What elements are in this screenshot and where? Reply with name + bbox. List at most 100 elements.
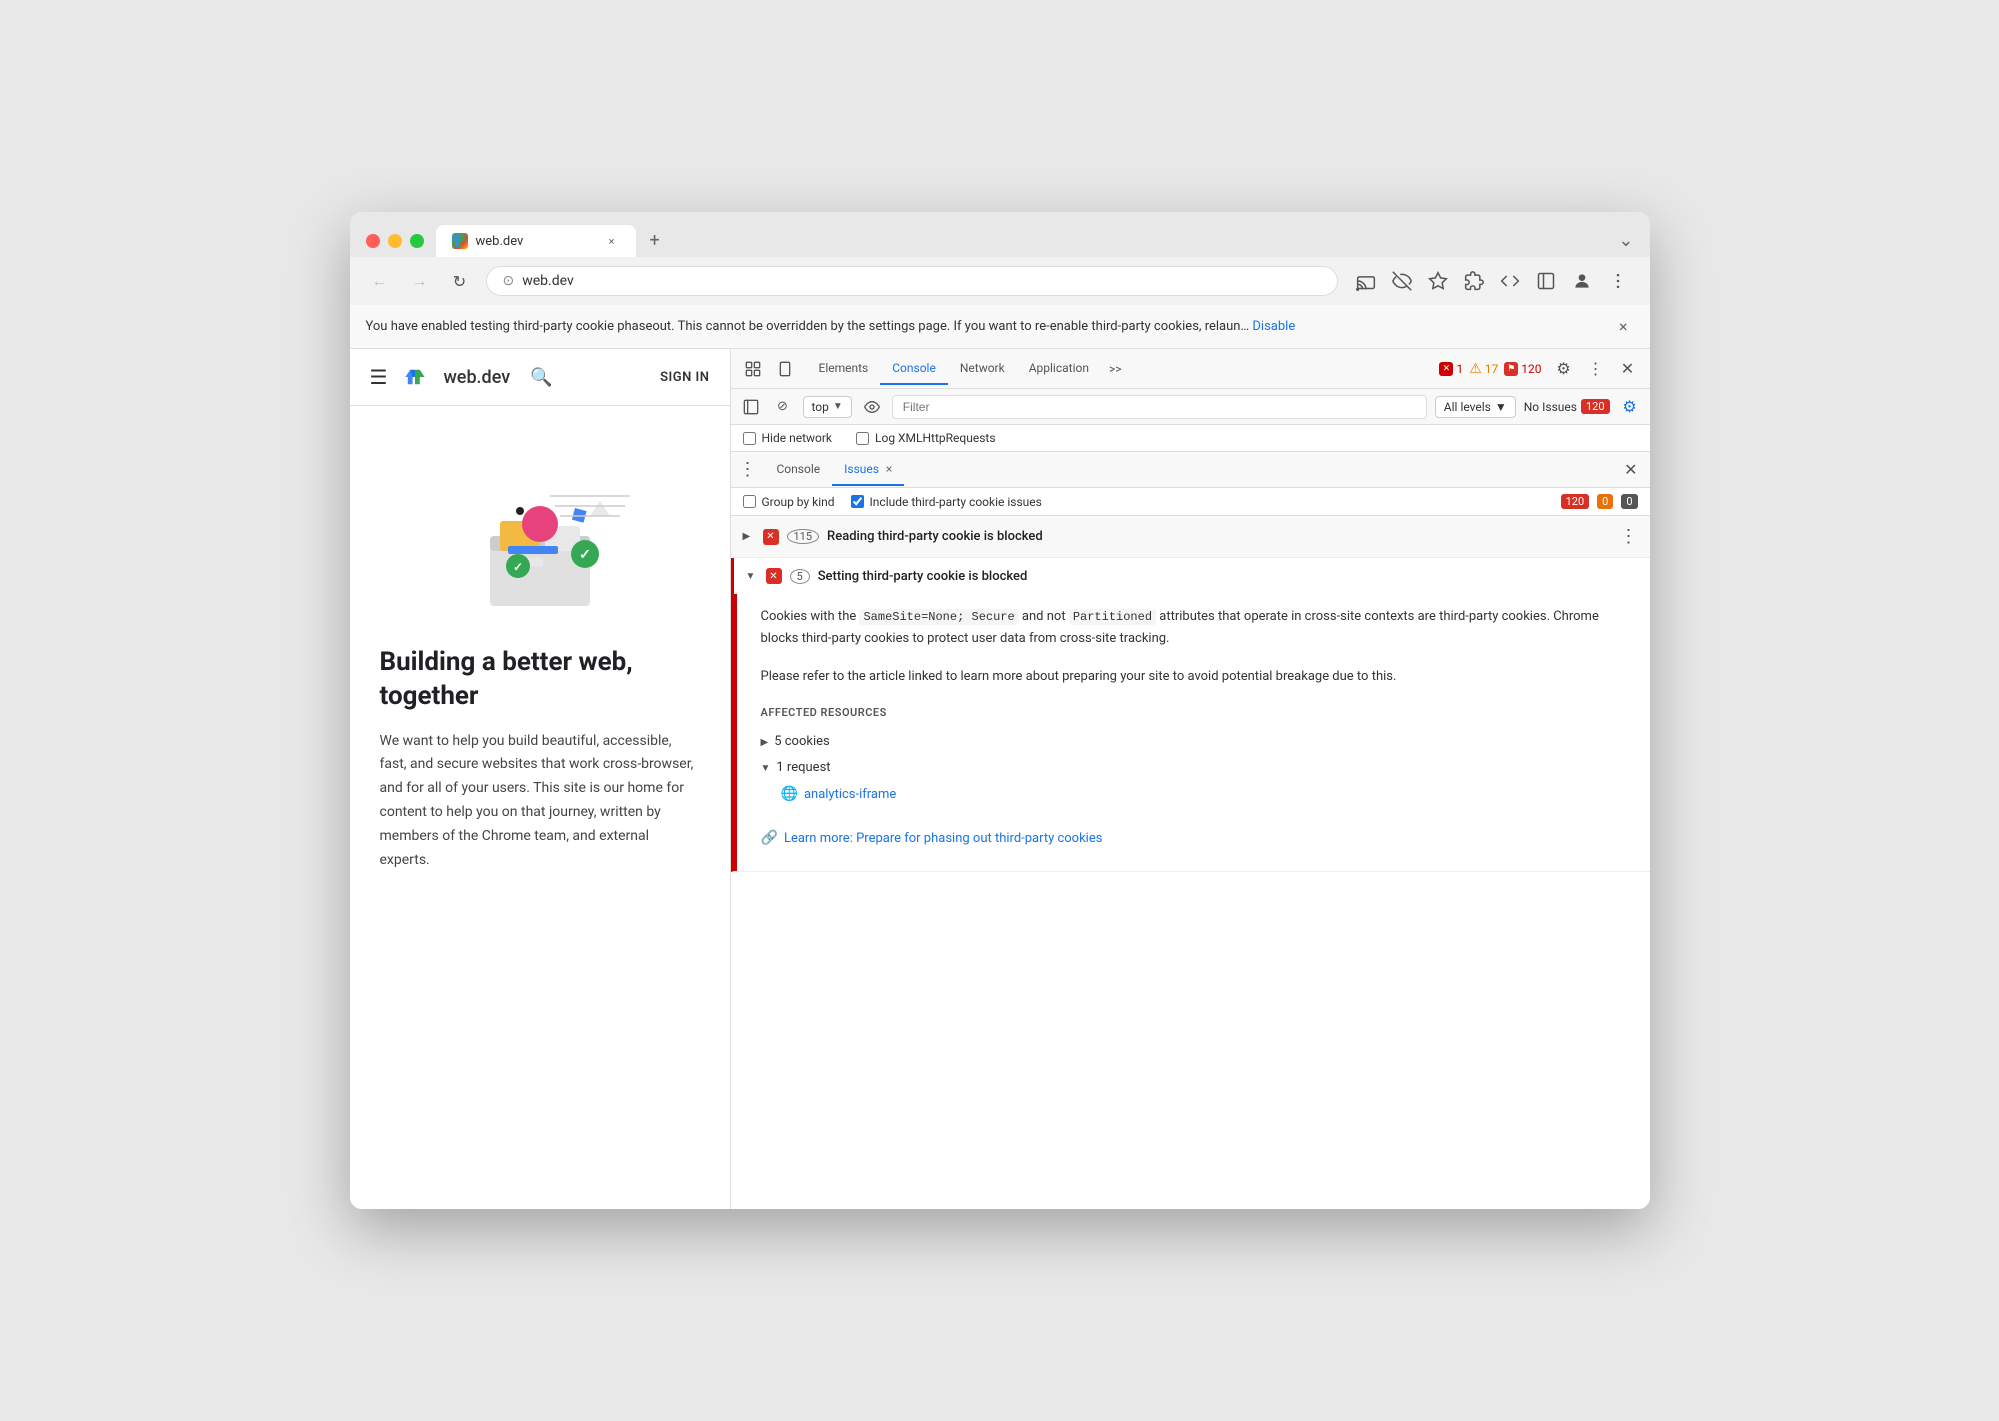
sign-in-button[interactable]: SIGN IN — [660, 370, 709, 385]
extension-icon[interactable] — [1458, 265, 1490, 297]
resource-cookies[interactable]: ▶ 5 cookies — [761, 731, 1626, 753]
refresh-button[interactable]: ↻ — [446, 267, 474, 295]
devtools-inspect-icon[interactable] — [739, 355, 767, 383]
group-by-kind-label[interactable]: Group by kind — [743, 495, 835, 509]
warning-badge[interactable]: ⚠ 17 — [1469, 361, 1498, 377]
issue-reading-count: 115 — [787, 529, 820, 544]
issues-counts: 120 0 0 — [1561, 494, 1638, 509]
issues-badge[interactable]: ⚑ 120 — [1504, 362, 1541, 376]
console-eye-icon[interactable] — [860, 395, 884, 419]
issues-icon: ⚑ — [1504, 362, 1518, 376]
issue-setting-header[interactable]: ▼ ✕ 5 Setting third-party cookie is bloc… — [734, 558, 1650, 594]
devtools-tabs: Elements Console Network Application >> — [807, 353, 1440, 385]
devtools-mobile-icon[interactable] — [771, 355, 799, 383]
tab-bar: web.dev × + — [436, 224, 1607, 257]
devtools-side-icons — [739, 355, 799, 383]
context-selector[interactable]: top ▼ — [803, 396, 852, 418]
devtools-close-button[interactable]: ✕ — [1614, 355, 1642, 383]
site-name: web.dev — [443, 367, 510, 388]
webpage: ☰ web.dev 🔍 SIGN IN — [350, 349, 730, 1209]
include-third-party-checkbox[interactable] — [851, 495, 864, 508]
issues-panel-close-button[interactable]: ✕ — [1620, 456, 1641, 483]
issue-body-para2: Please refer to the article linked to le… — [761, 666, 1626, 688]
close-traffic-light[interactable] — [366, 234, 380, 248]
log-xml-checkbox-label[interactable]: Log XMLHttpRequests — [856, 431, 996, 445]
forward-button[interactable]: → — [406, 267, 434, 295]
info-bar-disable-link[interactable]: Disable — [1252, 319, 1295, 334]
address-input-wrap[interactable]: ⊙ web.dev — [486, 266, 1338, 296]
cast-icon[interactable] — [1350, 265, 1382, 297]
context-selector-arrow: ▼ — [833, 401, 843, 412]
hide-network-checkbox[interactable] — [743, 432, 756, 445]
no-issues-badge[interactable]: No Issues 120 — [1524, 399, 1610, 414]
console-settings-icon[interactable]: ⚙ — [1618, 395, 1642, 419]
issues-panel-dots[interactable]: ⋮ — [739, 459, 757, 480]
code-samesite: SameSite=None; Secure — [859, 609, 1018, 625]
issue-setting-title: Setting third-party cookie is blocked — [818, 569, 1028, 584]
issue-reading-error-icon: ✕ — [763, 529, 779, 545]
devtools-tab-network[interactable]: Network — [948, 353, 1017, 385]
issues-panel-tab-issues[interactable]: Issues × — [832, 454, 904, 486]
maximize-traffic-light[interactable] — [410, 234, 424, 248]
resource-analytics-iframe[interactable]: 🌐 analytics-iframe — [781, 783, 1626, 807]
address-text: web.dev — [522, 273, 1320, 289]
info-bar-close-button[interactable]: × — [1613, 315, 1634, 338]
learn-more-link[interactable]: 🔗 Learn more: Prepare for phasing out th… — [761, 827, 1626, 851]
hide-network-checkbox-label[interactable]: Hide network — [743, 431, 833, 445]
minimize-traffic-light[interactable] — [388, 234, 402, 248]
tab-close-button[interactable]: × — [604, 233, 620, 249]
devtools-tab-console[interactable]: Console — [880, 353, 948, 385]
filter-input[interactable] — [892, 395, 1427, 419]
devtools-badges: ✕ 1 ⚠ 17 ⚑ 120 — [1439, 361, 1541, 377]
star-icon[interactable] — [1422, 265, 1454, 297]
chrome-menu-icon[interactable] — [1602, 265, 1634, 297]
console-checkboxes: Hide network Log XMLHttpRequests — [731, 425, 1650, 452]
cookies-arrow: ▶ — [761, 734, 769, 751]
issue-count-info-badge: 0 — [1621, 494, 1637, 509]
devtools-actions: ⚙ ⋮ ✕ — [1550, 355, 1642, 383]
address-security-icon: ⊙ — [503, 273, 515, 289]
active-tab[interactable]: web.dev × — [436, 225, 636, 257]
devtools-toggle-icon[interactable] — [1494, 265, 1526, 297]
issue-setting-count: 5 — [790, 569, 810, 584]
console-sidebar-toggle[interactable] — [739, 395, 763, 419]
sidebar-icon[interactable] — [1530, 265, 1562, 297]
error-badge[interactable]: ✕ 1 — [1439, 362, 1463, 376]
devtools-more-tabs[interactable]: >> — [1101, 358, 1130, 380]
devtools-panel: Elements Console Network Application >> — [730, 349, 1650, 1209]
group-by-kind-checkbox[interactable] — [743, 495, 756, 508]
issue-reading-expand: ▶ — [743, 531, 755, 542]
profile-icon[interactable] — [1566, 265, 1598, 297]
issues-panel-tab-console[interactable]: Console — [765, 454, 833, 486]
devtools-topbar: Elements Console Network Application >> — [731, 349, 1650, 389]
devtools-settings-button[interactable]: ⚙ — [1550, 355, 1578, 383]
devtools-tab-elements[interactable]: Elements — [807, 353, 881, 385]
resource-request[interactable]: ▼ 1 request — [761, 757, 1626, 779]
window-expand-icon[interactable]: ⌄ — [1618, 230, 1633, 251]
issue-reading-more[interactable]: ⋮ — [1620, 526, 1638, 547]
log-levels-selector[interactable]: All levels ▼ — [1435, 396, 1516, 418]
error-icon: ✕ — [1439, 362, 1453, 376]
console-clear-button[interactable]: ⊘ — [771, 395, 795, 419]
address-bar: ← → ↻ ⊙ web.dev — [350, 257, 1650, 305]
search-icon[interactable]: 🔍 — [530, 367, 552, 388]
eyeoff-icon[interactable] — [1386, 265, 1418, 297]
browser-toolbar-icons — [1350, 265, 1634, 297]
issue-count-warn: 0 — [1597, 494, 1613, 509]
include-third-party-label[interactable]: Include third-party cookie issues — [851, 495, 1042, 509]
issue-setting-error-icon: ✕ — [766, 568, 782, 584]
new-tab-button[interactable]: + — [640, 224, 670, 257]
back-button[interactable]: ← — [366, 267, 394, 295]
devtools-more-button[interactable]: ⋮ — [1582, 355, 1610, 383]
issues-panel-tab-close[interactable]: × — [886, 462, 892, 476]
request-arrow: ▼ — [761, 760, 771, 777]
devtools-tab-application[interactable]: Application — [1017, 353, 1101, 385]
issue-reading-header[interactable]: ▶ ✕ 115 Reading third-party cookie is bl… — [731, 516, 1650, 557]
hamburger-menu[interactable]: ☰ — [370, 365, 388, 389]
issues-list: ▶ ✕ 115 Reading third-party cookie is bl… — [731, 516, 1650, 1209]
title-bar: web.dev × + ⌄ — [350, 212, 1650, 257]
log-xml-checkbox[interactable] — [856, 432, 869, 445]
code-partitioned: Partitioned — [1069, 609, 1156, 625]
info-bar: You have enabled testing third-party coo… — [350, 305, 1650, 349]
webpage-body: We want to help you build beautiful, acc… — [380, 730, 700, 873]
